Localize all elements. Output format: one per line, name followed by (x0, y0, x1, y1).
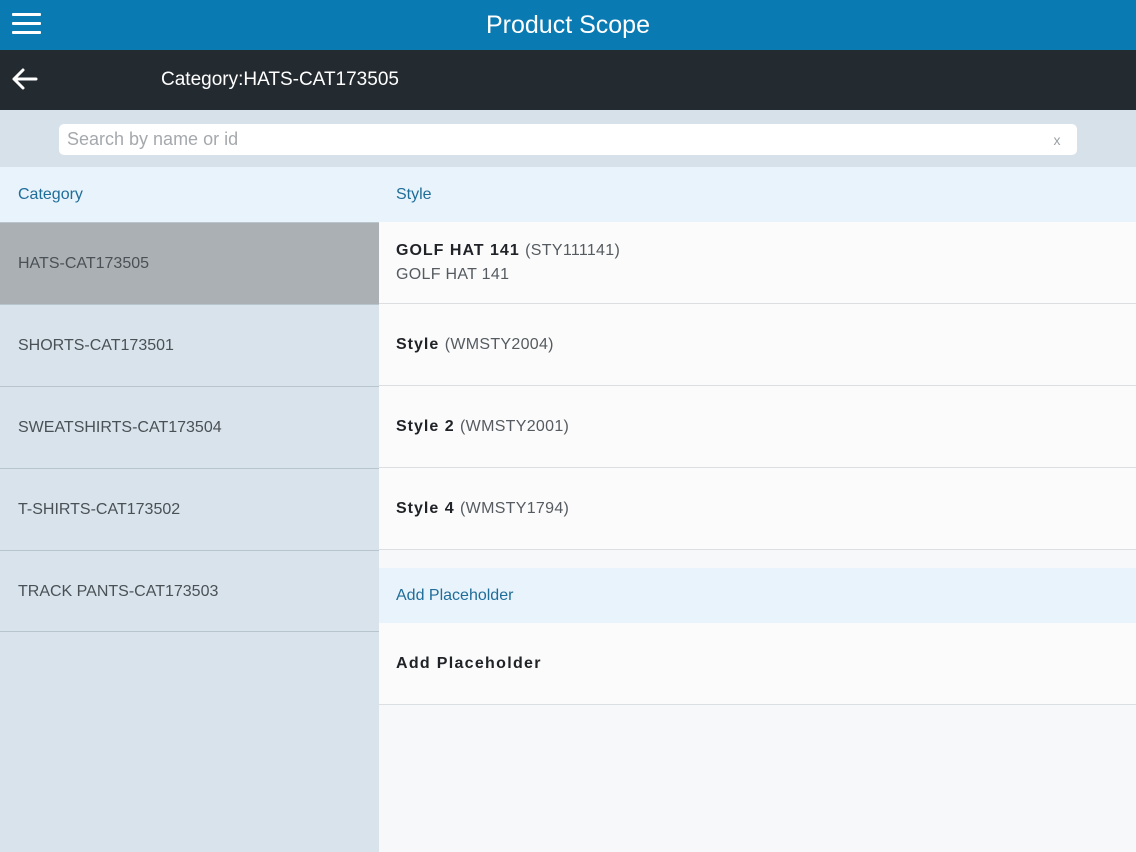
sub-header-bar: Category:HATS-CAT173505 (0, 50, 1136, 110)
search-input[interactable] (59, 124, 1077, 155)
category-panel: Category HATS-CAT173505 SHORTS-CAT173501… (0, 167, 379, 852)
category-column-header: Category (0, 167, 379, 222)
page-title: Category:HATS-CAT173505 (161, 69, 399, 90)
category-item-track-pants[interactable]: TRACK PANTS-CAT173503 (0, 550, 379, 632)
style-id: (WMSTY2001) (460, 417, 570, 435)
style-id: (STY111141) (525, 241, 621, 259)
style-item-golf-hat-141[interactable]: GOLF HAT 141 (STY111141) GOLF HAT 141 (379, 222, 1136, 304)
add-placeholder-header: Add Placeholder (379, 568, 1136, 623)
category-item-sweatshirts[interactable]: SWEATSHIRTS-CAT173504 (0, 386, 379, 468)
top-app-bar: Product Scope (0, 0, 1136, 50)
category-item-shorts[interactable]: SHORTS-CAT173501 (0, 304, 379, 386)
style-name: Style 4 (396, 499, 455, 517)
style-item-style-2[interactable]: Style 2 (WMSTY2001) (379, 386, 1136, 468)
style-item-style-4[interactable]: Style 4 (WMSTY1794) (379, 468, 1136, 550)
style-panel: Style GOLF HAT 141 (STY111141) GOLF HAT … (379, 167, 1136, 852)
style-subtitle: GOLF HAT 141 (396, 265, 510, 283)
search-bar: x (0, 110, 1136, 167)
style-id: (WMSTY2004) (444, 335, 554, 353)
style-name: Style 2 (396, 417, 455, 435)
app-title: Product Scope (486, 11, 650, 39)
category-item-hats[interactable]: HATS-CAT173505 (0, 222, 379, 304)
style-column-header: Style (379, 167, 1136, 222)
style-name: Style (396, 335, 440, 353)
style-id: (WMSTY1794) (460, 499, 570, 517)
style-name: GOLF HAT 141 (396, 241, 520, 259)
style-item-style[interactable]: Style (WMSTY2004) (379, 304, 1136, 386)
category-item-t-shirts[interactable]: T-SHIRTS-CAT173502 (0, 468, 379, 550)
add-placeholder-button[interactable]: Add Placeholder (379, 623, 1136, 705)
clear-search-button[interactable]: x (1051, 132, 1063, 148)
back-arrow-icon[interactable] (11, 65, 39, 93)
